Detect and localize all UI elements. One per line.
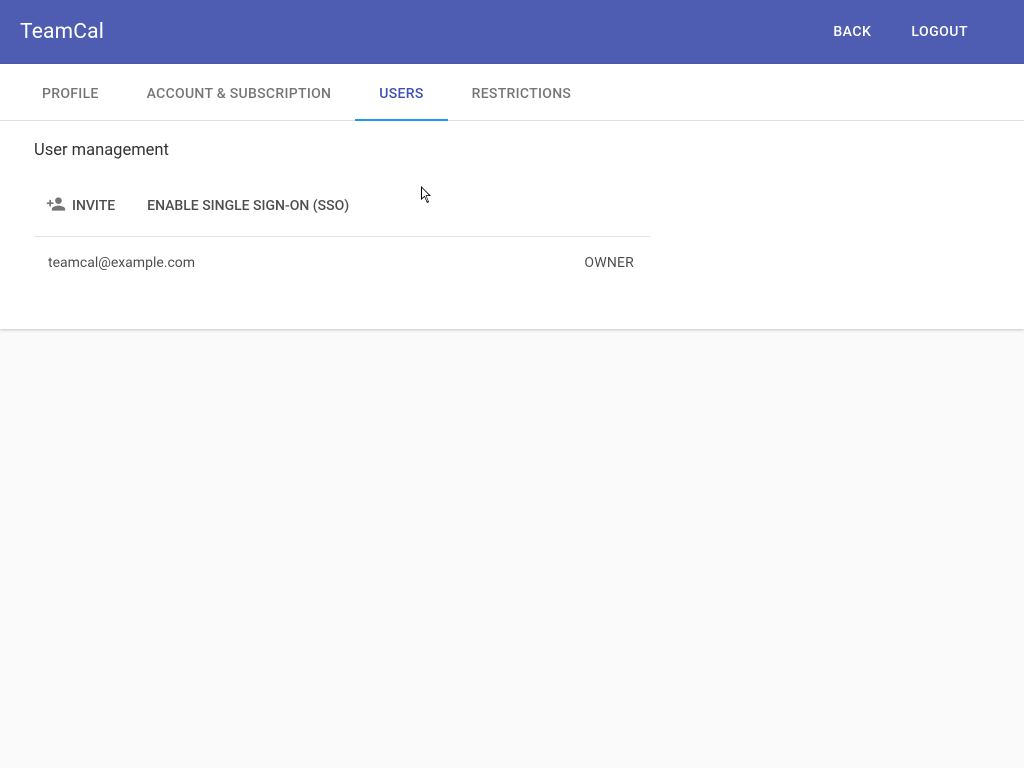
- content-card: PROFILE ACCOUNT & SUBSCRIPTION USERS RES…: [0, 64, 1024, 329]
- user-role: OWNER: [584, 255, 634, 271]
- back-button[interactable]: BACK: [821, 16, 883, 48]
- header-actions: BACK LOGOUT: [821, 16, 1004, 48]
- person-add-icon: [46, 194, 66, 218]
- page-body: User management INVITE ENABLE SINGLE SIG…: [0, 121, 1024, 329]
- user-email: teamcal@example.com: [48, 255, 195, 271]
- logout-button[interactable]: LOGOUT: [899, 16, 980, 48]
- page-title: User management: [34, 141, 990, 160]
- tabs: PROFILE ACCOUNT & SUBSCRIPTION USERS RES…: [0, 64, 1024, 121]
- app-header: TeamCal BACK LOGOUT: [0, 0, 1024, 64]
- user-toolbar: INVITE ENABLE SINGLE SIGN-ON (SSO): [34, 186, 650, 237]
- tab-restrictions[interactable]: RESTRICTIONS: [448, 64, 596, 120]
- user-row: teamcal@example.com OWNER: [34, 237, 650, 289]
- app-title: TeamCal: [20, 20, 104, 44]
- tab-account-subscription[interactable]: ACCOUNT & SUBSCRIPTION: [123, 64, 356, 120]
- invite-button[interactable]: INVITE: [34, 194, 115, 218]
- tab-profile[interactable]: PROFILE: [18, 64, 123, 120]
- tab-users[interactable]: USERS: [355, 64, 447, 120]
- invite-label: INVITE: [72, 198, 115, 214]
- enable-sso-button[interactable]: ENABLE SINGLE SIGN-ON (SSO): [147, 198, 349, 214]
